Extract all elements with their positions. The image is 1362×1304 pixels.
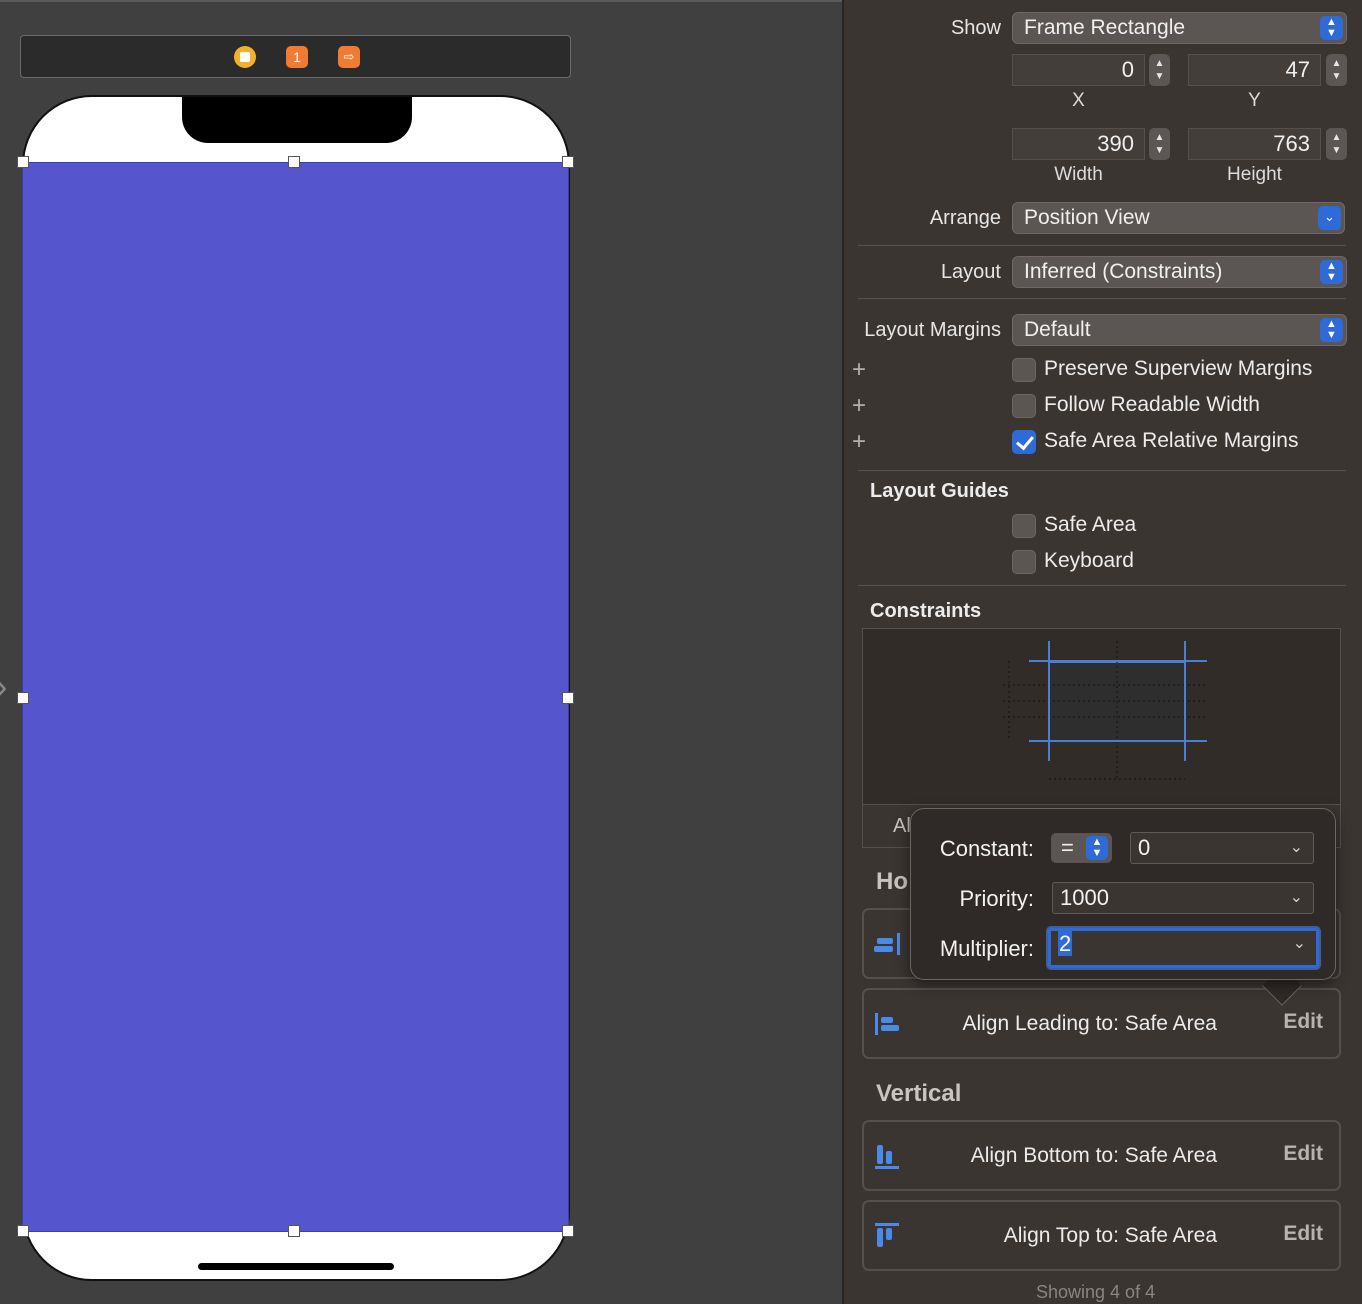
constant-label: Constant: <box>939 836 1034 861</box>
multiplier-value[interactable]: 2 <box>1058 931 1073 956</box>
height-field[interactable]: 763 <box>1188 128 1321 160</box>
constraint-row-align-bottom[interactable]: Align Bottom to: Safe Area Edit <box>862 1120 1341 1191</box>
resize-handle-left[interactable] <box>17 692 29 704</box>
align-leading-icon <box>875 1013 899 1035</box>
divider <box>858 298 1346 299</box>
y-field[interactable]: 47 <box>1188 54 1321 86</box>
priority-label: Priority: <box>959 886 1034 911</box>
keyboard-guide-checkbox[interactable] <box>1012 550 1036 574</box>
selected-view[interactable] <box>22 162 569 1232</box>
resize-handle-top-left[interactable] <box>17 156 29 168</box>
scene-dock: 1 ⇨ <box>20 35 571 78</box>
height-stepper[interactable]: ▲ ▼ <box>1326 128 1347 160</box>
edit-button[interactable]: Edit <box>1283 1142 1323 1166</box>
constraint-description: Align Top to: Safe Area <box>1003 1224 1217 1247</box>
constraint-row-align-top[interactable]: Align Top to: Safe Area Edit <box>862 1200 1341 1271</box>
safe-area-relative-margins-label: Safe Area Relative Margins <box>1044 429 1299 452</box>
keyboard-guide-label: Keyboard <box>1044 549 1134 572</box>
popup-arrows-icon: ▲ ▼ <box>1320 318 1343 342</box>
constant-value: 0 <box>1138 835 1151 860</box>
vertical-title: Vertical <box>876 1080 962 1107</box>
showing-count: Showing 4 of 4 <box>1036 1282 1156 1302</box>
arrange-label: Arrange <box>929 207 1001 229</box>
layout-label: Layout <box>940 261 1001 283</box>
constant-combo[interactable]: 0 ⌄ <box>1130 832 1314 864</box>
align-top-icon <box>875 1223 899 1247</box>
view-controller-icon[interactable] <box>234 46 256 68</box>
divider <box>858 470 1346 471</box>
chevron-down-icon: ⌄ <box>1292 935 1306 952</box>
chevron-down-icon: ⌄ <box>1289 839 1303 856</box>
y-stepper[interactable]: ▲ ▼ <box>1326 54 1347 86</box>
x-field[interactable]: 0 <box>1012 54 1145 86</box>
home-indicator <box>198 1263 394 1270</box>
layout-value: Inferred (Constraints) <box>1024 260 1223 283</box>
width-stepper[interactable]: ▲ ▼ <box>1149 128 1170 160</box>
divider <box>858 585 1346 586</box>
plus-icon[interactable]: + <box>852 356 866 384</box>
follow-readable-width-checkbox[interactable] <box>1012 394 1036 418</box>
constraints-title: Constraints <box>870 600 982 622</box>
relation-value: = <box>1061 835 1074 860</box>
priority-value: 1000 <box>1060 885 1109 910</box>
width-label: Width <box>1054 164 1103 185</box>
safe-area-relative-margins-checkbox[interactable] <box>1012 430 1036 454</box>
plus-icon[interactable]: + <box>852 392 866 420</box>
priority-combo[interactable]: 1000 ⌄ <box>1052 882 1314 914</box>
resize-handle-bottom-left[interactable] <box>17 1225 29 1237</box>
show-popup[interactable]: Frame Rectangle ▲ ▼ <box>1012 12 1347 44</box>
multiplier-combo[interactable]: 2 ⌄ <box>1048 928 1319 968</box>
exit-icon[interactable]: ⇨ <box>338 46 360 68</box>
layout-margins-value: Default <box>1024 318 1091 341</box>
follow-readable-width-label: Follow Readable Width <box>1044 393 1260 416</box>
show-label: Show <box>950 17 1001 39</box>
horizontal-title: Ho <box>876 868 908 895</box>
x-label: X <box>1072 90 1085 111</box>
arrange-value: Position View <box>1024 206 1150 229</box>
relation-popup[interactable]: = ▲ ▼ <box>1051 833 1112 863</box>
multiplier-label: Multiplier: <box>939 936 1034 961</box>
edit-button[interactable]: Edit <box>1283 1222 1323 1246</box>
first-responder-icon[interactable]: 1 <box>286 46 308 68</box>
constraint-diagram-graphic <box>1003 641 1207 780</box>
arrange-popup[interactable]: Position View ⌄ <box>1012 202 1345 234</box>
divider <box>858 245 1346 246</box>
chevron-down-icon: ⌄ <box>1289 889 1303 906</box>
height-label: Height <box>1227 164 1282 185</box>
storyboard-canvas[interactable]: 1 ⇨ › <box>0 0 842 1304</box>
width-field[interactable]: 390 <box>1012 128 1145 160</box>
resize-handle-bottom[interactable] <box>288 1225 300 1237</box>
align-bottom-icon <box>875 1145 899 1169</box>
chevron-down-icon: ⌄ <box>1318 206 1341 230</box>
preserve-superview-margins-label: Preserve Superview Margins <box>1044 357 1313 380</box>
align-trailing-icon <box>874 933 900 955</box>
device-notch <box>182 97 412 143</box>
resize-handle-right[interactable] <box>562 692 574 704</box>
entry-point-arrow-icon: › <box>0 670 16 704</box>
resize-handle-bottom-right[interactable] <box>562 1225 574 1237</box>
popup-arrows-icon: ▲ ▼ <box>1320 260 1343 284</box>
popup-arrows-icon: ▲ ▼ <box>1086 836 1108 860</box>
constraint-description: Align Bottom to: Safe Area <box>970 1144 1217 1167</box>
x-stepper[interactable]: ▲ ▼ <box>1149 54 1170 86</box>
constraints-filter-label: Al <box>893 815 911 837</box>
popup-arrows-icon: ▲ ▼ <box>1320 16 1343 40</box>
layout-margins-popup[interactable]: Default ▲ ▼ <box>1012 314 1347 346</box>
preserve-superview-margins-checkbox[interactable] <box>1012 358 1036 382</box>
layout-margins-label: Layout Margins <box>864 319 1001 341</box>
safe-area-guide-checkbox[interactable] <box>1012 514 1036 538</box>
plus-icon[interactable]: + <box>852 428 866 456</box>
layout-guides-title: Layout Guides <box>870 480 1009 502</box>
constraint-description: Align Leading to: Safe Area <box>962 1012 1217 1035</box>
y-label: Y <box>1248 90 1261 111</box>
safe-area-guide-label: Safe Area <box>1044 513 1137 536</box>
show-value: Frame Rectangle <box>1024 16 1186 39</box>
resize-handle-top-right[interactable] <box>562 156 574 168</box>
edit-button[interactable]: Edit <box>1283 1010 1323 1034</box>
layout-popup[interactable]: Inferred (Constraints) ▲ ▼ <box>1012 256 1347 288</box>
resize-handle-top[interactable] <box>288 156 300 168</box>
constraint-row-align-leading[interactable]: Align Leading to: Safe Area Edit <box>862 988 1341 1059</box>
